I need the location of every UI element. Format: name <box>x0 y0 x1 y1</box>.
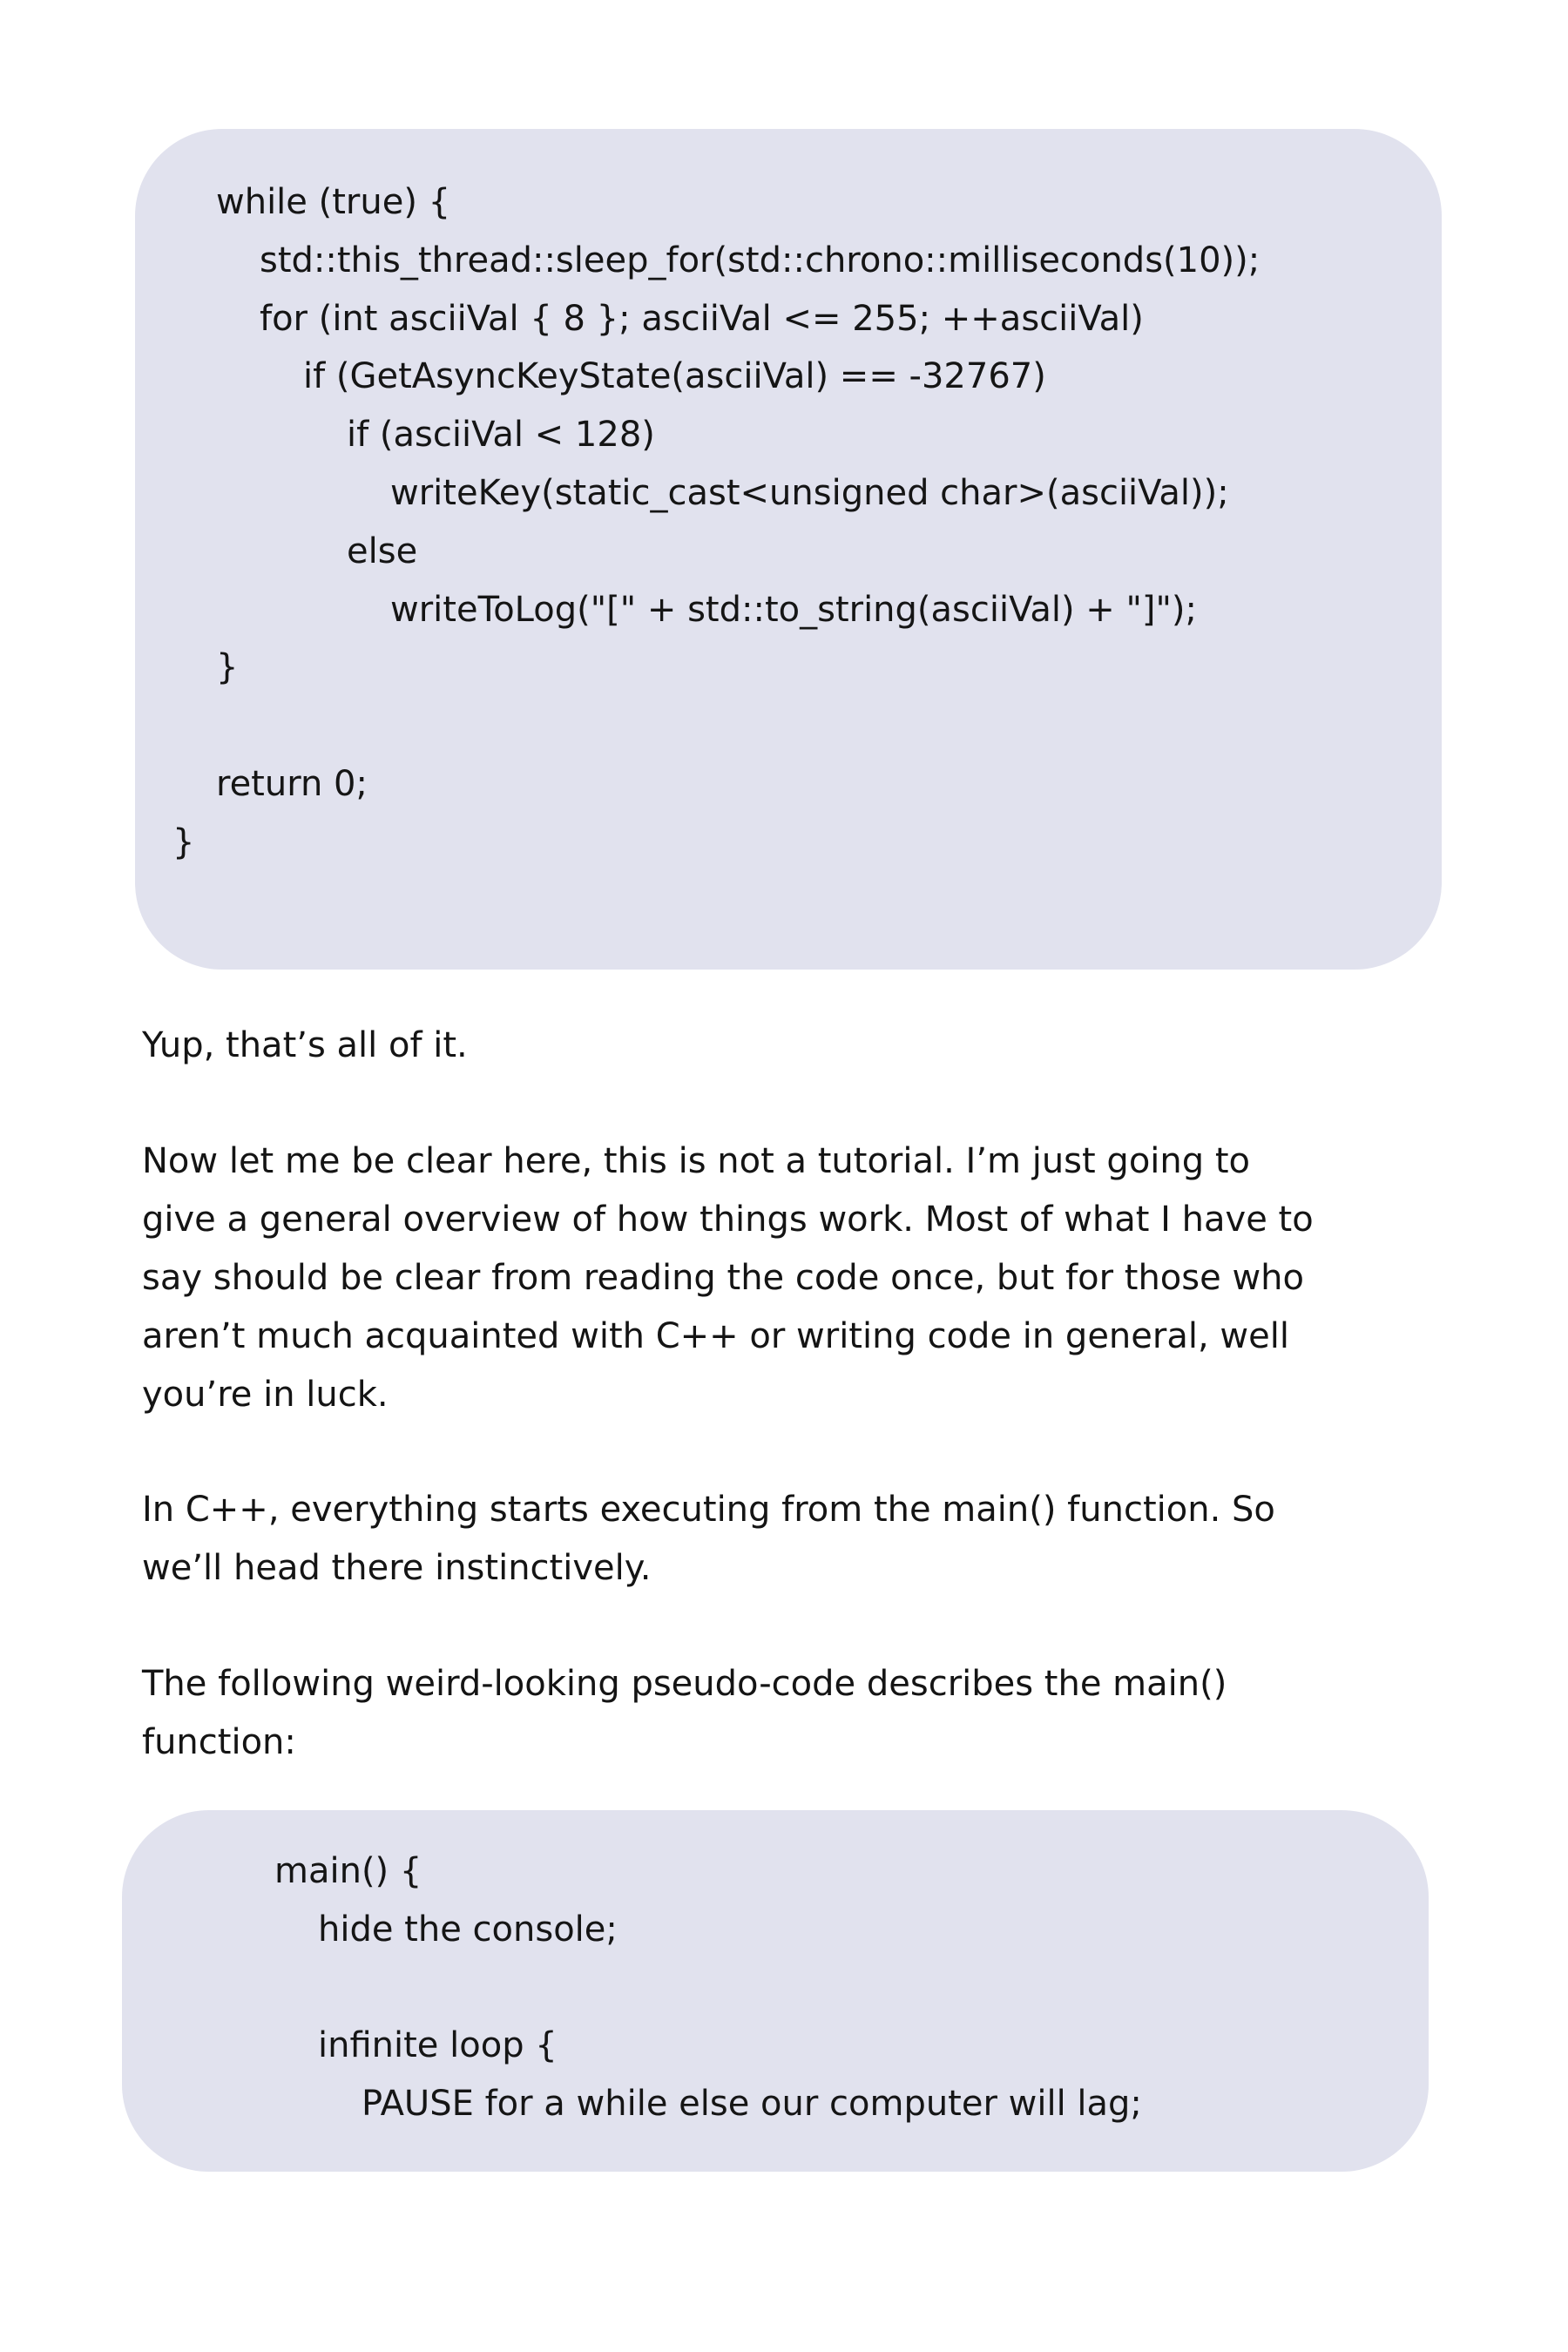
code-line: while (true) { <box>216 182 451 222</box>
code-line: main() { <box>274 1851 422 1891</box>
paragraph-line: The following weird-looking pseudo-code … <box>142 1664 1227 1704</box>
code-line: if (GetAsyncKeyState(asciiVal) == -32767… <box>303 356 1046 396</box>
code-line: hide the console; <box>318 1909 618 1950</box>
code-line: else <box>347 531 418 571</box>
code-line: } <box>216 647 239 687</box>
code-line: infinite loop { <box>318 2025 558 2065</box>
paragraph-line: In C++, everything starts executing from… <box>142 1490 1275 1530</box>
code-line: writeKey(static_cast<unsigned char>(asci… <box>390 473 1229 513</box>
paragraph-line: aren’t much acquainted with C++ or writi… <box>142 1316 1289 1356</box>
code-line: } <box>172 822 195 862</box>
code-line: return 0; <box>216 764 368 804</box>
paragraph-line: function: <box>142 1722 296 1762</box>
article-paragraph-main-function: In C++, everything starts executing from… <box>142 1481 1466 1598</box>
code-block-keylogger-loop: while (true) { std::this_thread::sleep_f… <box>135 129 1442 970</box>
code-line: if (asciiVal < 128) <box>347 415 655 455</box>
article-paragraph-pseudo-code-intro: The following weird-looking pseudo-code … <box>142 1655 1466 1772</box>
paragraph: Yup, that’s all of it. <box>142 1025 468 1065</box>
code-block-pseudo-code: main() { hide the console; infinite loop… <box>122 1810 1429 2172</box>
code-line: for (int asciiVal { 8 }; asciiVal <= 255… <box>260 299 1144 339</box>
code-line: writeToLog("[" + std::to_string(asciiVal… <box>390 590 1198 630</box>
code-line: std::this_thread::sleep_for(std::chrono:… <box>260 240 1260 280</box>
paragraph-line: give a general overview of how things wo… <box>142 1200 1314 1240</box>
code-line: PAUSE for a while else our computer will… <box>362 2084 1142 2124</box>
paragraph-line: Now let me be clear here, this is not a … <box>142 1141 1251 1181</box>
article-body: Yup, that’s all of it. <box>142 1017 1466 1075</box>
article-paragraph-overview: Now let me be clear here, this is not a … <box>142 1132 1466 1424</box>
paragraph-line: say should be clear from reading the cod… <box>142 1258 1304 1298</box>
paragraph-line: you’re in luck. <box>142 1375 389 1415</box>
paragraph-line: we’ll head there instinctively. <box>142 1548 652 1588</box>
